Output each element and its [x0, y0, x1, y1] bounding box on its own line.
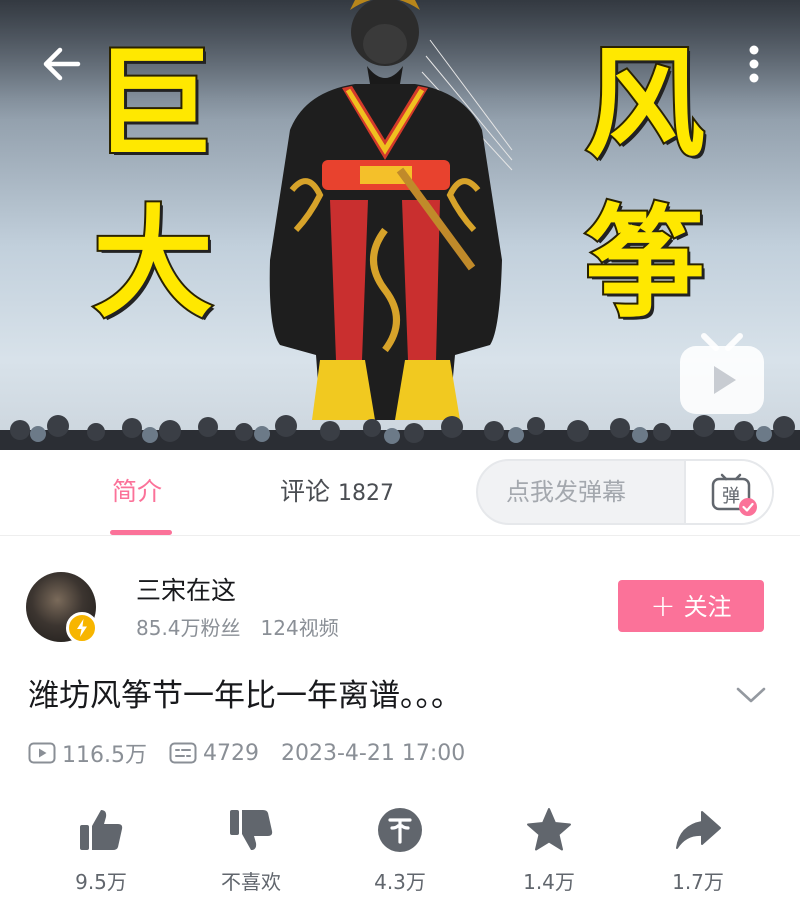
back-button[interactable] — [36, 38, 88, 90]
tab-intro[interactable]: 简介 — [112, 474, 162, 510]
cover-caption-char: 巨 — [91, 35, 215, 174]
danmaku-tv-icon: 弹 — [711, 473, 757, 516]
video-player[interactable]: 巨 大 风 筝 — [0, 0, 800, 450]
like-button[interactable]: 9.5万 — [46, 806, 156, 906]
favorite-count: 1.4万 — [523, 870, 575, 894]
thumbs-up-icon — [80, 810, 123, 850]
favorite-button[interactable]: 1.4万 — [494, 806, 604, 906]
danmaku-toggle-button[interactable]: 弹 — [684, 461, 772, 523]
danmaku-count-icon — [169, 742, 197, 764]
kite-figure-image — [269, 0, 513, 420]
share-button[interactable]: 1.7万 — [643, 806, 753, 906]
active-tab-indicator — [110, 530, 172, 535]
video-title: 潍坊风筝节一年比一年离谱。。。 — [28, 678, 462, 714]
dislike-button[interactable]: 不喜欢 — [196, 806, 306, 906]
star-icon — [527, 808, 571, 851]
uploader-followers: 85.4万粉丝 — [136, 616, 241, 640]
danmaku-box: 弹 — [476, 459, 774, 525]
tv-play-icon — [680, 333, 764, 414]
view-count: 116.5万 — [62, 743, 147, 768]
coin-button[interactable]: 4.3万 — [345, 806, 455, 906]
share-count: 1.7万 — [672, 870, 724, 894]
dislike-label: 不喜欢 — [221, 870, 281, 894]
cover-caption-char: 大 — [91, 195, 215, 334]
action-bar: 9.5万 不喜欢 4.3万 1.4万 1.7万 — [0, 806, 800, 906]
thumbs-down-icon — [230, 810, 273, 850]
coin-icon — [378, 808, 422, 852]
coin-count: 4.3万 — [374, 870, 426, 894]
tab-comments-count: 1827 — [337, 481, 394, 506]
lightning-icon — [77, 619, 87, 637]
danmaku-count: 4729 — [202, 740, 259, 766]
like-count: 9.5万 — [75, 870, 127, 894]
tab-comments-label: 评论 — [280, 477, 331, 506]
uploader-stats: 85.4万粉丝 124视频 — [136, 614, 339, 642]
play-count-icon — [28, 742, 56, 764]
danmaku-input[interactable] — [480, 463, 684, 521]
uploader-verified-badge — [66, 612, 98, 644]
follow-label: 关注 — [683, 593, 732, 621]
play-button[interactable] — [676, 330, 768, 418]
uploader-name[interactable]: 三宋在这 — [136, 574, 236, 608]
more-menu-button[interactable] — [736, 38, 772, 90]
share-arrow-icon — [676, 811, 721, 849]
cover-caption-char: 筝 — [583, 195, 707, 334]
publish-time: 2023-4-21 17:00 — [280, 740, 466, 766]
cover-caption-char: 风 — [583, 35, 707, 174]
more-vertical-icon — [749, 45, 759, 83]
arrow-left-icon — [43, 47, 81, 81]
video-meta: 116.5万 4729 2023-4-21 17:00 — [28, 736, 465, 770]
expand-description-button[interactable] — [734, 680, 768, 710]
chevron-down-icon — [736, 687, 766, 703]
uploader-videos: 124视频 — [260, 616, 339, 640]
plus-icon: + — [650, 589, 676, 624]
danmaku-glyph: 弹 — [722, 486, 740, 507]
follow-button[interactable]: + 关注 — [618, 580, 764, 632]
tab-comments[interactable]: 评论 1827 — [280, 474, 394, 512]
